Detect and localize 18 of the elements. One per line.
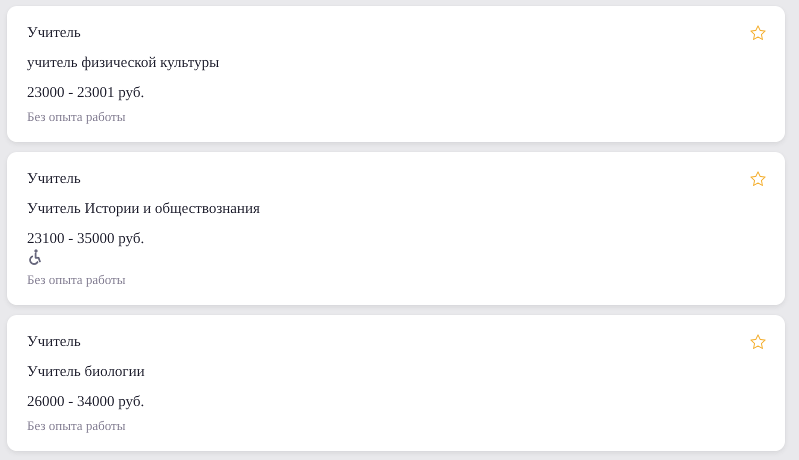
salary-range: 26000 - 34000 руб.	[27, 393, 144, 412]
experience-label: Без опыта работы	[27, 418, 126, 434]
vacancy-card[interactable]: Учитель Учитель биологии 26000 - 34000 руб. Без опыта работы	[7, 315, 785, 451]
vacancy-category: Учитель	[27, 333, 81, 352]
favorite-star-icon[interactable]	[749, 24, 767, 42]
favorite-star-icon[interactable]	[749, 333, 767, 351]
salary-range: 23100 - 35000 руб.	[27, 230, 144, 249]
vacancy-category: Учитель	[27, 170, 81, 189]
vacancy-card[interactable]: Учитель учитель физической культуры 23000 - 23001 руб. Без опыта работы	[7, 6, 785, 142]
vacancy-card[interactable]: Учитель Учитель Истории и обществознания 23100 - 35000 руб. Без опыта работы	[7, 152, 785, 305]
vacancy-title: Учитель биологии	[27, 363, 145, 382]
favorite-star-icon[interactable]	[749, 170, 767, 188]
vacancy-category: Учитель	[27, 24, 81, 43]
vacancy-title: Учитель Истории и обществознания	[27, 200, 260, 219]
salary-range: 23000 - 23001 руб.	[27, 84, 144, 103]
experience-label: Без опыта работы	[27, 109, 126, 125]
experience-label: Без опыта работы	[27, 272, 126, 288]
vacancy-title: учитель физической культуры	[27, 54, 220, 73]
